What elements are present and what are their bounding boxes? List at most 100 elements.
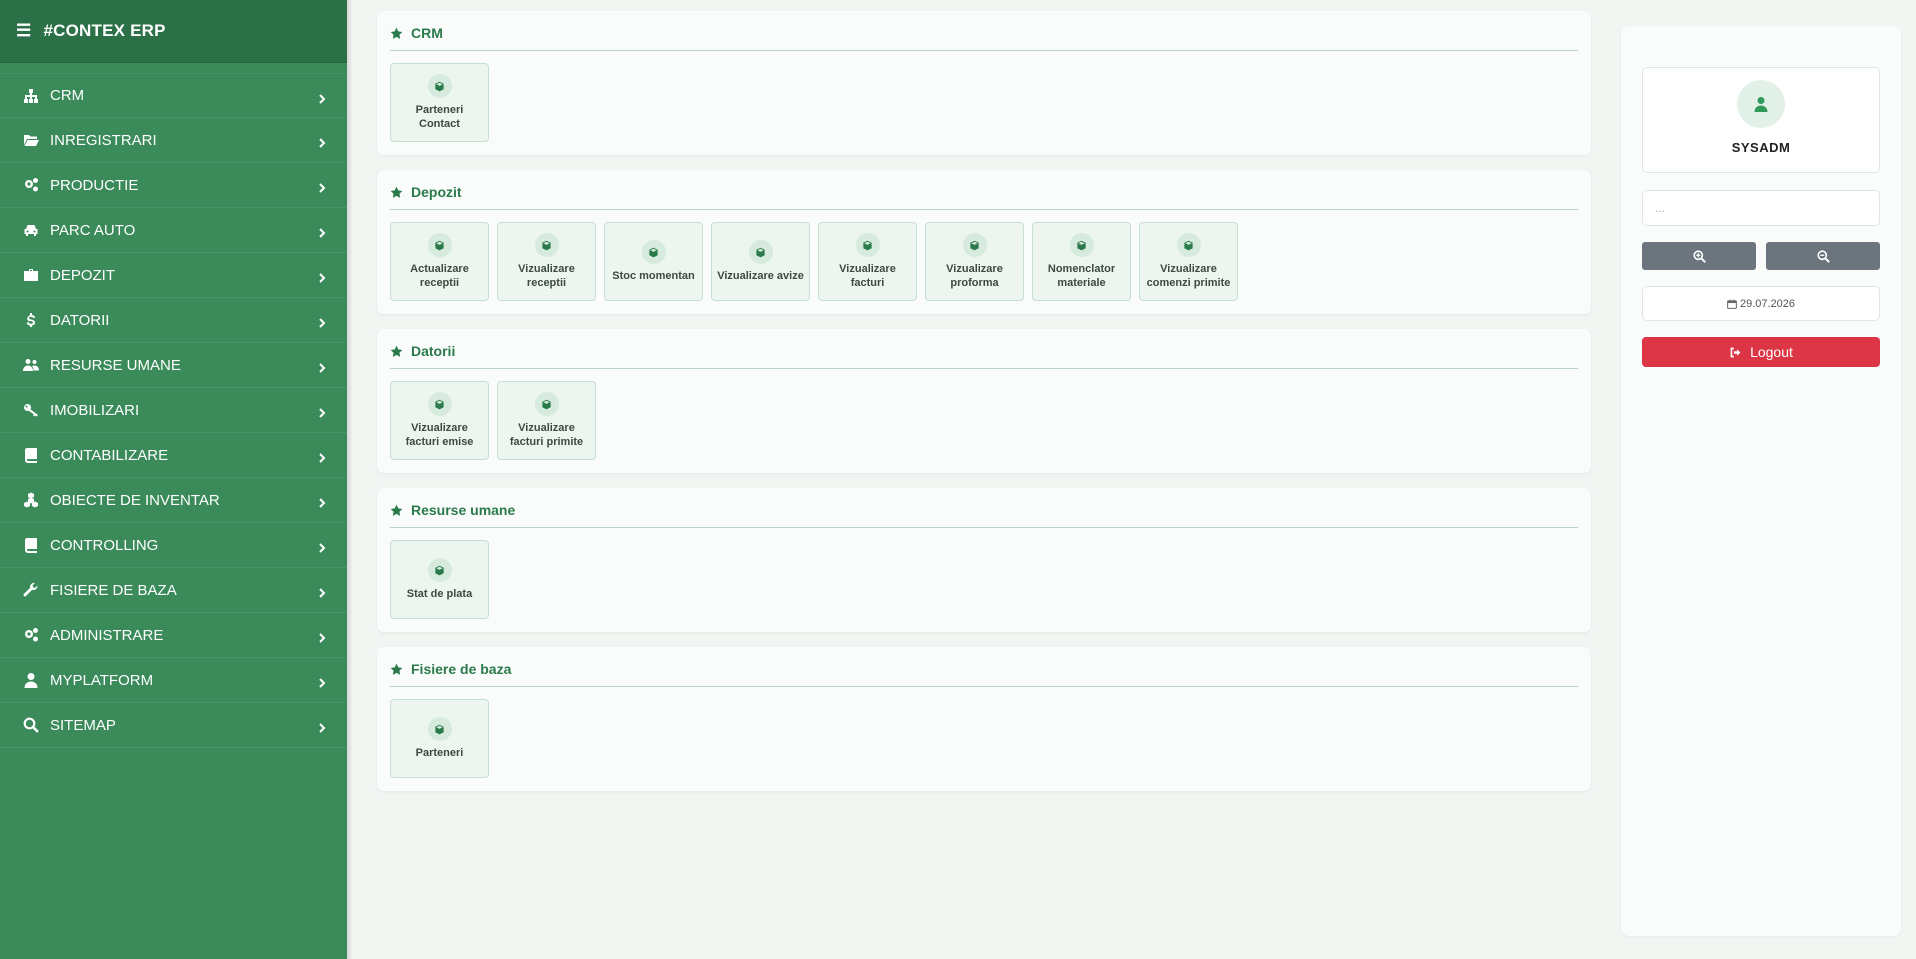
- cube-icon: [534, 233, 559, 257]
- tile-parteneri[interactable]: Parteneri: [390, 699, 489, 778]
- zoom-out-icon: [1816, 249, 1830, 263]
- chevron-right-icon: [317, 540, 327, 553]
- chevron-right-icon: [317, 450, 327, 463]
- cogs-icon: [20, 177, 42, 193]
- folder-open-icon: [20, 132, 42, 148]
- sidebar-item-productie[interactable]: PRODUCTIE: [0, 163, 347, 208]
- tile-label: Parteneri Contact: [415, 104, 464, 130]
- sign-out-icon: [1730, 347, 1741, 357]
- car-icon: [20, 222, 42, 238]
- book-icon: [20, 447, 42, 463]
- tile-vizualizare-facturi-emise[interactable]: Vizualizare facturi emise: [390, 381, 489, 460]
- sitemap-icon: [20, 88, 42, 104]
- sidebar-item-controlling[interactable]: CONTROLLING: [0, 523, 347, 568]
- cogs-icon: [20, 627, 42, 643]
- star-icon: [390, 504, 403, 516]
- tile-vizualizare-comenzi-primite[interactable]: Vizualizare comenzi primite: [1139, 222, 1238, 301]
- sidebar-item-administrare[interactable]: ADMINISTRARE: [0, 613, 347, 658]
- book-icon: [20, 537, 42, 553]
- sidebar-item-label: DEPOZIT: [50, 266, 116, 284]
- cube-icon: [855, 233, 880, 257]
- sidebar-item-fisiere-de-baza[interactable]: FISIERE DE BAZA: [0, 568, 347, 613]
- tile-group: Parteneri: [390, 699, 1578, 778]
- cube-icon: [427, 392, 452, 416]
- users-icon: [20, 357, 42, 373]
- tile-label: Vizualizare avize: [717, 270, 804, 282]
- sidebar-item-label: CONTABILIZARE: [50, 446, 169, 464]
- right-panel: SYSADM 29.07.2026 Logout: [1621, 26, 1901, 936]
- sidebar-item-contabilizare[interactable]: CONTABILIZARE: [0, 433, 347, 478]
- hamburger-menu-icon[interactable]: ☰: [16, 21, 31, 41]
- tile-label: Stat de plata: [406, 588, 473, 600]
- user-card: SYSADM: [1642, 67, 1880, 173]
- section-title-text: Datorii: [411, 343, 456, 359]
- sidebar-item-sitemap[interactable]: SITEMAP: [0, 703, 347, 748]
- star-icon: [390, 663, 403, 675]
- chevron-right-icon: [317, 675, 327, 688]
- chevron-right-icon: [317, 270, 327, 283]
- chevron-right-icon: [317, 91, 327, 104]
- sidebar-item-inregistrari[interactable]: INREGISTRARI: [0, 118, 347, 163]
- tile-vizualizare-proforma[interactable]: Vizualizare proforma: [925, 222, 1024, 301]
- sidebar-item-datorii[interactable]: DATORII: [0, 298, 347, 343]
- sidebar-item-depozit[interactable]: DEPOZIT: [0, 253, 347, 298]
- section-title-text: Depozit: [411, 184, 462, 200]
- user-icon: [1754, 97, 1768, 112]
- section-crm: CRM Parteneri Contact: [377, 11, 1591, 155]
- tile-label: Vizualizare comenzi primite: [1146, 263, 1231, 289]
- tile-parteneri-contact[interactable]: Parteneri Contact: [390, 63, 489, 142]
- zoom-out-button[interactable]: [1766, 242, 1880, 270]
- cube-icon: [427, 233, 452, 257]
- sidebar-item-crm[interactable]: CRM: [0, 73, 347, 118]
- tile-group: Stat de plata: [390, 540, 1578, 619]
- sidebar-item-imobilizari[interactable]: IMOBILIZARI: [0, 388, 347, 433]
- sidebar-item-resurse-umane[interactable]: RESURSE UMANE: [0, 343, 347, 388]
- wrench-icon: [20, 582, 42, 598]
- tile-stat-de-plata[interactable]: Stat de plata: [390, 540, 489, 619]
- tile-label: Vizualizare receptii: [518, 263, 575, 289]
- section-title: Fisiere de baza: [390, 661, 1578, 687]
- section-title: Depozit: [390, 184, 1578, 210]
- sidebar-item-label: IMOBILIZARI: [50, 401, 140, 419]
- chevron-right-icon: [317, 225, 327, 238]
- sidebar-item-parc-auto[interactable]: PARC AUTO: [0, 208, 347, 253]
- tile-stoc-momentan[interactable]: Stoc momentan: [604, 222, 703, 301]
- sidebar-shadow: [347, 0, 353, 959]
- dollar-icon: [20, 312, 42, 328]
- sidebar-item-obiecte-de-inventar[interactable]: OBIECTE DE INVENTAR: [0, 478, 347, 523]
- cube-icon: [1069, 233, 1094, 257]
- tile-nomenclator-materiale[interactable]: Nomenclator materiale: [1032, 222, 1131, 301]
- tile-label: Vizualizare facturi primite: [509, 422, 584, 448]
- sidebar-item-label: DATORII: [50, 311, 110, 329]
- main-content: CRM Parteneri Contact Depozit Actualizare r…: [377, 11, 1591, 806]
- tile-group: Actualizare receptii Vizualizare receptii…: [390, 222, 1578, 301]
- chevron-right-icon: [317, 180, 327, 193]
- avatar: [1737, 80, 1785, 128]
- tile-vizualizare-facturi[interactable]: Vizualizare facturi: [818, 222, 917, 301]
- cube-icon: [427, 558, 452, 582]
- sidebar-item-label: OBIECTE DE INVENTAR: [50, 491, 220, 509]
- chevron-right-icon: [317, 135, 327, 148]
- search-input[interactable]: [1642, 190, 1880, 226]
- briefcase-icon: [20, 267, 42, 283]
- calendar-icon: [1727, 299, 1737, 309]
- cube-icon: [641, 240, 666, 264]
- section-title: Resurse umane: [390, 502, 1578, 528]
- logout-button[interactable]: Logout: [1642, 337, 1880, 367]
- tile-vizualizare-avize[interactable]: Vizualizare avize: [711, 222, 810, 301]
- sidebar-item-myplatform[interactable]: MYPLATFORM: [0, 658, 347, 703]
- tile-vizualizare-receptii[interactable]: Vizualizare receptii: [497, 222, 596, 301]
- star-icon: [390, 345, 403, 357]
- sidebar-item-label: PARC AUTO: [50, 221, 136, 239]
- section-fisiere-de-baza: Fisiere de baza Parteneri: [377, 647, 1591, 791]
- zoom-in-button[interactable]: [1642, 242, 1756, 270]
- tile-vizualizare-facturi-primite[interactable]: Vizualizare facturi primite: [497, 381, 596, 460]
- zoom-in-icon: [1692, 249, 1706, 263]
- sidebar-item-label: PRODUCTIE: [50, 176, 139, 194]
- chevron-right-icon: [317, 585, 327, 598]
- section-datorii: Datorii Vizualizare facturi emise Vizualiz…: [377, 329, 1591, 473]
- section-title: Datorii: [390, 343, 1578, 369]
- chevron-right-icon: [317, 720, 327, 733]
- sidebar-header: ☰ #CONTEX ERP: [0, 0, 347, 63]
- tile-actualizare-receptii[interactable]: Actualizare receptii: [390, 222, 489, 301]
